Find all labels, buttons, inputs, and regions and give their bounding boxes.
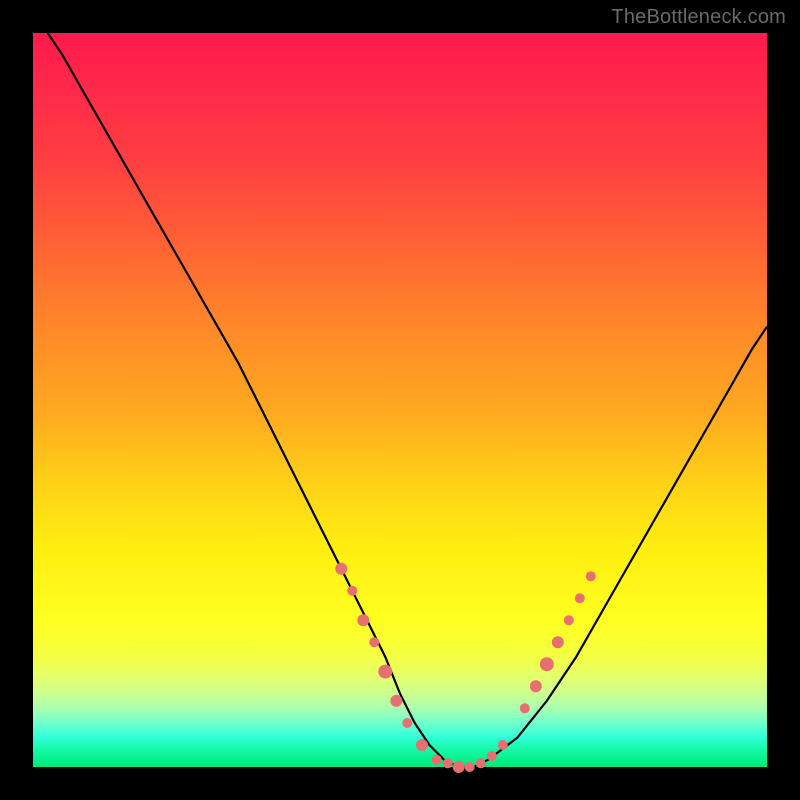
curve-marker xyxy=(575,593,585,603)
curve-marker xyxy=(369,637,379,647)
curve-marker xyxy=(357,614,369,626)
curve-marker xyxy=(530,680,542,692)
curve-marker xyxy=(564,615,574,625)
bottleneck-curve xyxy=(48,33,767,767)
curve-marker xyxy=(465,762,475,772)
curve-markers xyxy=(335,563,596,773)
curve-marker xyxy=(498,740,508,750)
chart-plot-area xyxy=(33,33,767,767)
curve-marker xyxy=(552,636,564,648)
curve-marker xyxy=(453,761,465,773)
curve-marker xyxy=(402,718,412,728)
curve-marker xyxy=(520,703,530,713)
curve-marker xyxy=(335,563,347,575)
curve-marker xyxy=(487,751,497,761)
chart-svg xyxy=(33,33,767,767)
curve-marker xyxy=(390,695,402,707)
curve-marker xyxy=(540,657,554,671)
curve-marker xyxy=(586,571,596,581)
curve-marker xyxy=(378,665,392,679)
curve-marker xyxy=(476,758,486,768)
curve-marker xyxy=(443,758,453,768)
curve-marker xyxy=(347,586,357,596)
curve-marker xyxy=(416,739,428,751)
watermark-text: TheBottleneck.com xyxy=(611,6,786,29)
curve-marker xyxy=(432,755,442,765)
